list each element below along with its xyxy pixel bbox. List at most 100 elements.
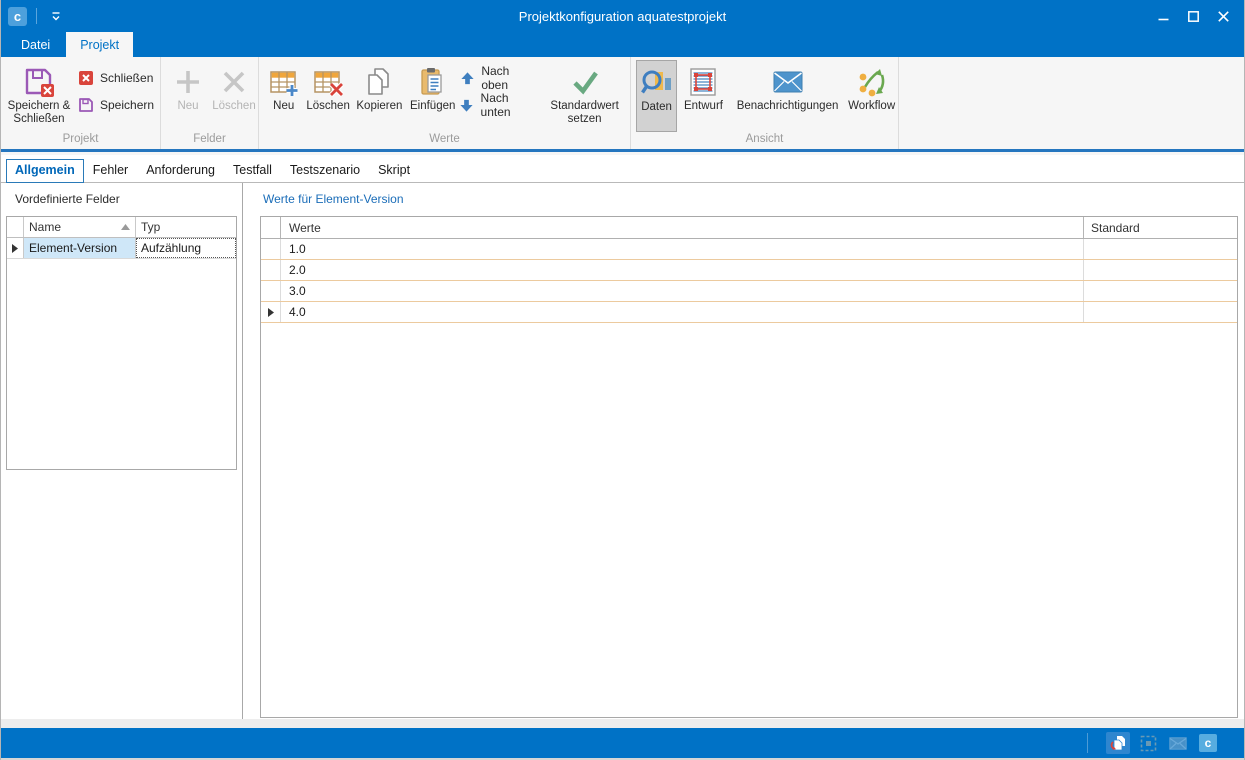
row-indicator-cell [261, 281, 281, 301]
values-table: Werte Standard 1.0 2.0 3.0 [260, 216, 1238, 718]
standard-cell[interactable] [1084, 302, 1237, 322]
statusbar-design-icon[interactable] [1136, 732, 1160, 754]
view-design-label: Entwurf [684, 100, 723, 113]
row-indicator-cell [261, 239, 281, 259]
move-down-label: Nach unten [481, 91, 540, 119]
group-label-ansicht: Ansicht [631, 132, 898, 149]
qat-separator [36, 8, 37, 24]
title-bar: c Projektkonfiguration aquatestprojekt [1, 0, 1244, 32]
move-up-button[interactable]: Nach oben [458, 66, 539, 90]
statusbar-app-logo-icon[interactable]: c [1196, 732, 1220, 754]
value-cell[interactable]: 1.0 [281, 239, 1084, 259]
arrow-up-icon [458, 71, 476, 86]
value-cell[interactable]: 4.0 [281, 302, 1084, 322]
column-header-typ[interactable]: Typ [136, 217, 236, 237]
value-row[interactable]: 2.0 [261, 260, 1237, 281]
value-cell[interactable]: 2.0 [281, 260, 1084, 280]
ribbon-group-werte: Neu Löschen [259, 57, 631, 149]
view-design-button[interactable]: Entwurf [677, 60, 730, 132]
group-label-werte: Werte [259, 132, 630, 149]
ribbon-tab-projekt[interactable]: Projekt [66, 32, 133, 57]
view-workflow-label: Workflow [848, 100, 895, 113]
paste-icon [418, 64, 448, 100]
ribbon-tab-datei[interactable]: Datei [7, 32, 64, 57]
copy-button[interactable]: Kopieren [352, 60, 407, 132]
standard-cell[interactable] [1084, 281, 1237, 301]
value-delete-button[interactable]: Löschen [304, 60, 351, 132]
paste-button[interactable]: Einfügen [407, 60, 458, 132]
statusbar-copy-sync-icon[interactable] [1106, 732, 1130, 754]
quick-access-dropdown-icon[interactable] [46, 6, 66, 26]
app-logo: c [1199, 734, 1217, 752]
tab-allgemein[interactable]: Allgemein [6, 159, 84, 183]
sort-ascending-icon [121, 224, 130, 230]
set-default-label: Standardwert setzen [539, 100, 630, 126]
set-default-button[interactable]: Standardwert setzen [539, 60, 630, 132]
tab-anforderung[interactable]: Anforderung [137, 159, 224, 182]
standard-cell[interactable] [1084, 239, 1237, 259]
column-header-werte[interactable]: Werte [281, 217, 1084, 238]
value-cell[interactable]: 3.0 [281, 281, 1084, 301]
move-up-label: Nach oben [481, 64, 539, 92]
table-add-icon [268, 64, 300, 100]
value-new-button[interactable]: Neu [263, 60, 304, 132]
ribbon-group-felder: Neu Löschen Felder [161, 57, 259, 149]
field-name-cell[interactable]: Element-Version [24, 238, 136, 258]
tab-fehler[interactable]: Fehler [84, 159, 137, 182]
column-header-name-label: Name [29, 220, 121, 234]
view-notifications-button[interactable]: Benachrichtigungen [730, 60, 845, 132]
statusbar-notifications-icon[interactable] [1166, 732, 1190, 754]
field-new-label: Neu [177, 100, 198, 113]
row-indicator-header-cell [7, 217, 24, 237]
save-and-close-button[interactable]: Speichern & Schließen [1, 60, 77, 132]
tab-testszenario[interactable]: Testszenario [281, 159, 369, 182]
close-button[interactable] [1208, 3, 1238, 29]
minimize-button[interactable] [1148, 3, 1178, 29]
arrow-down-icon [458, 98, 475, 113]
close-project-button[interactable]: Schließen [77, 66, 154, 90]
checkmark-icon [568, 64, 602, 100]
app-menu-icon[interactable]: c [8, 7, 27, 26]
group-label-projekt: Projekt [1, 132, 160, 149]
field-row[interactable]: Element-Version Aufzählung [7, 238, 236, 259]
field-typ-cell[interactable]: Aufzählung [136, 238, 236, 258]
close-project-label: Schließen [100, 71, 153, 85]
column-header-name[interactable]: Name [24, 217, 136, 237]
left-panel-title: Vordefinierte Felder [15, 192, 120, 206]
table-delete-icon [312, 64, 344, 100]
value-row[interactable]: 1.0 [261, 239, 1237, 260]
ribbon-group-ansicht: Daten Entwurf [631, 57, 899, 149]
view-data-button[interactable]: Daten [636, 60, 677, 132]
copy-icon [364, 64, 394, 100]
view-notifications-label: Benachrichtigungen [737, 100, 839, 113]
save-close-icon [23, 64, 55, 100]
current-row-arrow-icon [12, 244, 18, 253]
standard-cell[interactable] [1084, 260, 1237, 280]
statusbar-separator [1087, 733, 1088, 753]
row-indicator-header-cell [261, 217, 281, 238]
values-table-header: Werte Standard [261, 217, 1237, 239]
group-label-felder: Felder [161, 132, 258, 149]
save-close-label: Speichern & Schließen [1, 100, 77, 126]
move-down-button[interactable]: Nach unten [458, 93, 539, 117]
value-row[interactable]: 3.0 [261, 281, 1237, 302]
value-row[interactable]: 4.0 [261, 302, 1237, 323]
maximize-button[interactable] [1178, 3, 1208, 29]
save-project-button[interactable]: Speichern [77, 93, 154, 117]
tab-skript[interactable]: Skript [369, 159, 419, 182]
row-indicator-cell [261, 302, 281, 322]
row-indicator-cell [261, 260, 281, 280]
column-header-standard[interactable]: Standard [1084, 217, 1237, 238]
tab-testfall[interactable]: Testfall [224, 159, 281, 182]
view-workflow-button[interactable]: Workflow [845, 60, 898, 132]
field-new-button: Neu [166, 60, 210, 132]
content-bottom-strip [1, 719, 1244, 728]
copy-label: Kopieren [356, 100, 402, 113]
close-red-icon [77, 70, 95, 86]
panel-splitter[interactable] [242, 183, 243, 719]
current-row-arrow-icon [268, 308, 274, 317]
workflow-icon [856, 64, 888, 100]
value-delete-label: Löschen [306, 100, 349, 113]
entity-tab-bar: Allgemein Fehler Anforderung Testfall Te… [1, 155, 1244, 183]
save-project-label: Speichern [100, 98, 154, 112]
